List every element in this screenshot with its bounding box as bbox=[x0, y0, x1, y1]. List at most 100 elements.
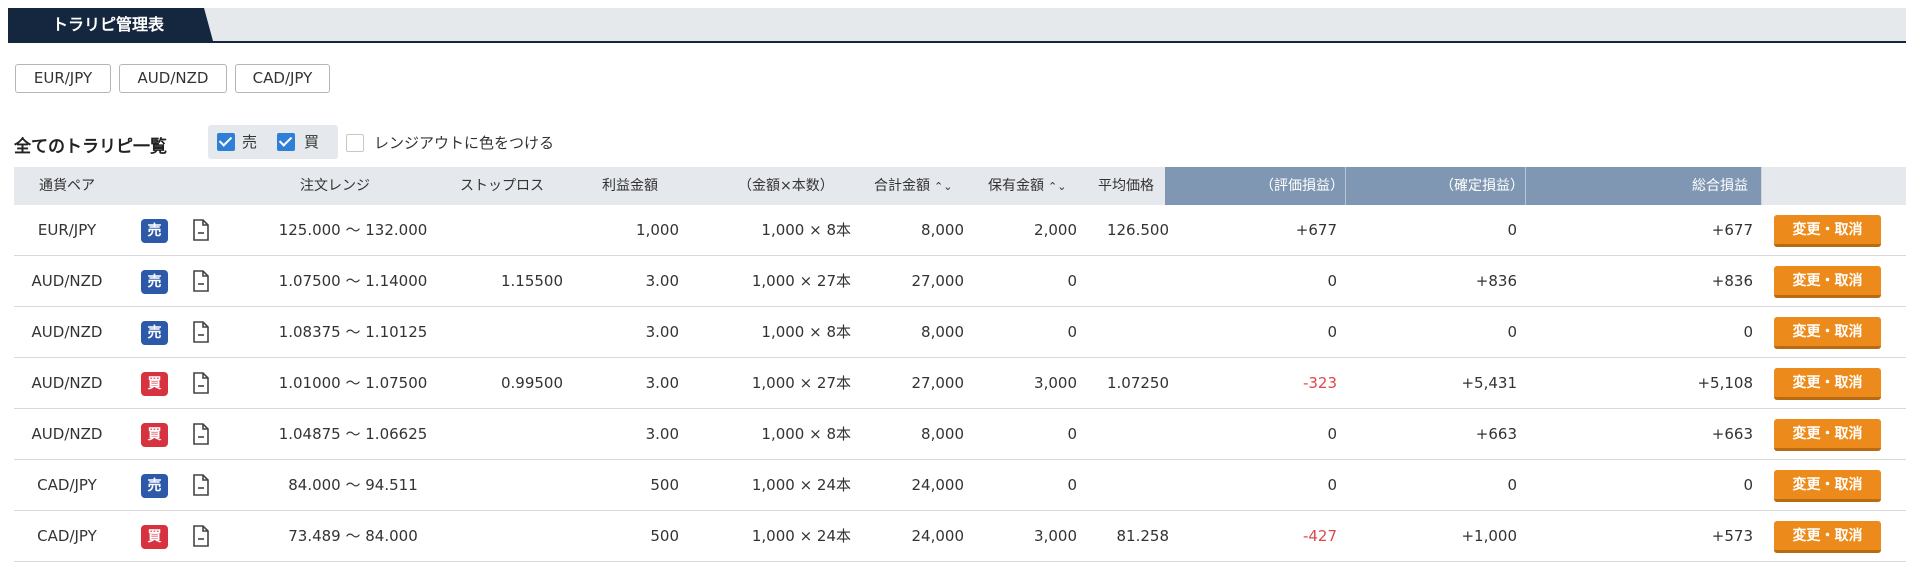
header-divider bbox=[1345, 167, 1346, 205]
sell-checkbox-label: 売 bbox=[242, 133, 258, 151]
cell-total: 8,000 bbox=[921, 221, 964, 239]
sort-updown-icon[interactable]: ⌃⌄ bbox=[1048, 180, 1066, 193]
document-icon[interactable] bbox=[192, 270, 210, 292]
table-row: CAD/JPY 73.489 〜 84.000 500 1,000 × 24本 24,0… bbox=[14, 511, 1906, 562]
cell-unrealized: 0 bbox=[1327, 323, 1337, 341]
header-holding[interactable]: 保有金額 ⌃⌄ bbox=[988, 167, 1066, 205]
header-realized: （確定損益） bbox=[1440, 178, 1524, 194]
table-row: AUD/NZD 1.01000 〜 1.07500 0.99500 3.00 1,000… bbox=[14, 358, 1906, 409]
edit-cancel-button[interactable]: 変更・取消 bbox=[1774, 470, 1881, 502]
edit-cancel-button[interactable]: 変更・取消 bbox=[1774, 521, 1881, 553]
document-icon[interactable] bbox=[192, 525, 210, 547]
cell-stop: 0.99500 bbox=[500, 374, 563, 392]
cell-holding: 0 bbox=[1067, 272, 1077, 290]
side-badge-sell: 売 bbox=[141, 270, 168, 294]
cell-realized: +836 bbox=[1475, 272, 1517, 290]
cell-stop bbox=[414, 511, 563, 561]
cell-stop bbox=[414, 307, 563, 357]
side-badge-buy: 買 bbox=[141, 525, 168, 549]
cell-holding: 3,000 bbox=[1034, 374, 1077, 392]
range-out-checkbox[interactable] bbox=[346, 134, 364, 152]
tab-torapi-management[interactable]: トラリピ管理表 bbox=[8, 8, 213, 41]
cell-amount: 1,000 × 24本 bbox=[751, 527, 851, 545]
cell-amount: 1,000 × 8本 bbox=[761, 425, 851, 443]
cell-avg: 81.258 bbox=[1116, 527, 1170, 545]
cell-net: +836 bbox=[1711, 272, 1753, 290]
cell-total: 27,000 bbox=[911, 374, 965, 392]
sell-checkbox[interactable] bbox=[217, 133, 235, 151]
cell-total: 24,000 bbox=[911, 476, 965, 494]
cell-profit: 1,000 bbox=[636, 221, 679, 239]
cell-holding: 0 bbox=[1067, 476, 1077, 494]
document-icon[interactable] bbox=[192, 219, 210, 241]
cell-realized: +1,000 bbox=[1461, 527, 1517, 545]
app-root: トラリピ管理表 EUR/JPY AUD/NZD CAD/JPY 全てのトラリピ一… bbox=[0, 0, 1915, 577]
cell-net: +5,108 bbox=[1697, 374, 1753, 392]
cell-amount: 1,000 × 8本 bbox=[761, 221, 851, 239]
cell-net: +573 bbox=[1711, 527, 1753, 545]
cell-total: 27,000 bbox=[911, 272, 965, 290]
pair-button-eur-jpy[interactable]: EUR/JPY bbox=[15, 64, 111, 93]
edit-cancel-button[interactable]: 変更・取消 bbox=[1774, 419, 1881, 451]
document-icon[interactable] bbox=[192, 474, 210, 496]
header-divider bbox=[1525, 167, 1526, 205]
cell-pair: AUD/NZD bbox=[31, 272, 103, 290]
cell-realized: 0 bbox=[1507, 476, 1517, 494]
header-pair: 通貨ペア bbox=[39, 178, 95, 194]
cell-pair: AUD/NZD bbox=[31, 374, 103, 392]
document-icon[interactable] bbox=[192, 321, 210, 343]
cell-profit: 3.00 bbox=[645, 272, 679, 290]
buy-checkbox[interactable] bbox=[277, 133, 295, 151]
edit-cancel-button[interactable]: 変更・取消 bbox=[1774, 266, 1881, 298]
cell-avg bbox=[1074, 256, 1169, 306]
cell-total: 8,000 bbox=[921, 323, 964, 341]
header-holding-label: 保有金額 bbox=[988, 178, 1044, 194]
header-divider bbox=[1761, 167, 1762, 205]
cell-unrealized: 0 bbox=[1327, 425, 1337, 443]
table-row: CAD/JPY 84.000 〜 94.511 500 1,000 × 24本 24,0… bbox=[14, 460, 1906, 511]
pair-button-cad-jpy[interactable]: CAD/JPY bbox=[235, 64, 330, 93]
cell-stop bbox=[414, 205, 563, 255]
cell-unrealized: 0 bbox=[1327, 272, 1337, 290]
cell-net: 0 bbox=[1743, 323, 1753, 341]
header-total[interactable]: 合計金額 ⌃⌄ bbox=[874, 167, 952, 205]
pair-button-aud-nzd[interactable]: AUD/NZD bbox=[119, 64, 227, 93]
header-avg: 平均価格 bbox=[1098, 178, 1154, 194]
header-profit: 利益金額 bbox=[602, 178, 658, 194]
side-badge-sell: 売 bbox=[141, 219, 168, 243]
cell-net: 0 bbox=[1743, 476, 1753, 494]
header-amount: （金額×本数） bbox=[738, 178, 834, 194]
tab-bar: トラリピ管理表 bbox=[8, 8, 1906, 43]
table-row: AUD/NZD 1.08375 〜 1.10125 3.00 1,000 × 8本 8,… bbox=[14, 307, 1906, 358]
cell-realized: 0 bbox=[1507, 221, 1517, 239]
cell-avg: 126.500 bbox=[1106, 221, 1169, 239]
cell-total: 8,000 bbox=[921, 425, 964, 443]
header-range: 注文レンジ bbox=[300, 178, 370, 194]
cell-holding: 0 bbox=[1067, 323, 1077, 341]
cell-profit: 3.00 bbox=[645, 323, 679, 341]
document-icon[interactable] bbox=[192, 372, 210, 394]
cell-amount: 1,000 × 27本 bbox=[751, 272, 851, 290]
cell-realized: +663 bbox=[1475, 425, 1517, 443]
cell-stop bbox=[414, 409, 563, 459]
cell-profit: 3.00 bbox=[645, 425, 679, 443]
side-badge-sell: 売 bbox=[141, 321, 168, 345]
edit-cancel-button[interactable]: 変更・取消 bbox=[1774, 215, 1881, 247]
cell-avg bbox=[1074, 307, 1169, 357]
document-icon[interactable] bbox=[192, 423, 210, 445]
table-row: AUD/NZD 1.04875 〜 1.06625 3.00 1,000 × 8本 8,… bbox=[14, 409, 1906, 460]
cell-net: +677 bbox=[1711, 221, 1753, 239]
edit-cancel-button[interactable]: 変更・取消 bbox=[1774, 317, 1881, 349]
range-out-checkbox-label: レンジアウトに色をつける bbox=[374, 134, 555, 152]
sort-updown-icon[interactable]: ⌃⌄ bbox=[934, 180, 952, 193]
table-row: AUD/NZD 1.07500 〜 1.14000 1.15500 3.00 1,000… bbox=[14, 256, 1906, 307]
table-row: EUR/JPY 125.000 〜 132.000 1,000 1,000 × 8本 8… bbox=[14, 205, 1906, 256]
edit-cancel-button[interactable]: 変更・取消 bbox=[1774, 368, 1881, 400]
cell-profit: 500 bbox=[650, 527, 679, 545]
cell-holding: 2,000 bbox=[1034, 221, 1077, 239]
buy-checkbox-label: 買 bbox=[304, 133, 320, 151]
cell-pair: CAD/JPY bbox=[37, 476, 97, 494]
cell-unrealized: -427 bbox=[1302, 527, 1337, 545]
cell-unrealized: -323 bbox=[1302, 374, 1337, 392]
cell-unrealized: 0 bbox=[1327, 476, 1337, 494]
